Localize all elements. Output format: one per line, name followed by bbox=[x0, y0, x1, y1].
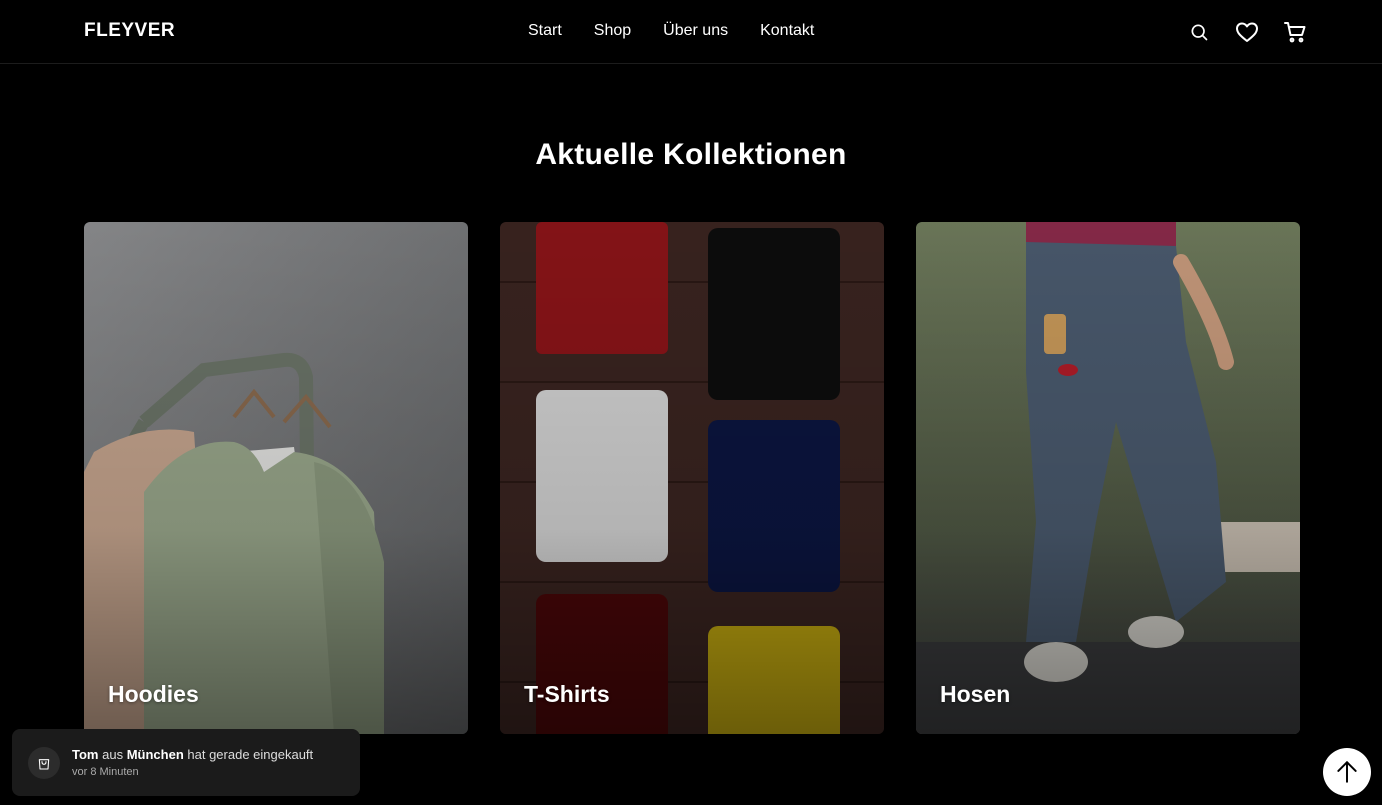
card-overlay bbox=[500, 222, 884, 734]
notification-action: hat gerade eingekauft bbox=[187, 747, 314, 762]
card-overlay bbox=[916, 222, 1300, 734]
collection-card-tshirts[interactable]: T-Shirts bbox=[500, 222, 884, 734]
nav-link-about[interactable]: Über uns bbox=[663, 22, 728, 40]
card-label-hosen: Hosen bbox=[940, 681, 1011, 707]
nav-link-shop[interactable]: Shop bbox=[594, 22, 631, 40]
collection-card-hosen[interactable]: Hosen bbox=[916, 222, 1300, 734]
buyer-name: Tom bbox=[72, 747, 99, 762]
notification-from: aus bbox=[102, 747, 124, 762]
arrow-up-icon bbox=[1337, 761, 1357, 783]
nav-link-start[interactable]: Start bbox=[528, 22, 562, 40]
nav-link-contact[interactable]: Kontakt bbox=[760, 22, 814, 40]
buyer-city: München bbox=[126, 747, 184, 762]
search-icon[interactable] bbox=[1186, 18, 1212, 46]
section-title: Aktuelle Kollektionen bbox=[535, 138, 847, 171]
main-nav: Start Shop Über uns Kontakt bbox=[528, 22, 814, 40]
notification-message: Tom aus München hat gerade eingekauft bbox=[72, 747, 313, 762]
header-actions bbox=[1186, 18, 1308, 46]
collection-card-hoodies[interactable]: Hoodies bbox=[84, 222, 468, 734]
notification-time: vor 8 Minuten bbox=[72, 766, 139, 778]
card-label-tshirts: T-Shirts bbox=[524, 681, 610, 707]
card-overlay bbox=[84, 222, 468, 734]
purchase-notification[interactable]: Tom aus München hat gerade eingekauft vo… bbox=[12, 729, 360, 796]
site-header: FLEYVER Start Shop Über uns Kontakt bbox=[0, 0, 1382, 64]
card-label-hoodies: Hoodies bbox=[108, 681, 199, 707]
notification-text: Tom aus München hat gerade eingekauft vo… bbox=[72, 747, 313, 778]
cart-icon[interactable] bbox=[1282, 18, 1308, 46]
shopping-bag-icon bbox=[28, 746, 60, 779]
brand-logo[interactable]: FLEYVER bbox=[84, 20, 175, 42]
back-to-top-button[interactable] bbox=[1323, 748, 1371, 796]
heart-icon[interactable] bbox=[1234, 18, 1260, 46]
